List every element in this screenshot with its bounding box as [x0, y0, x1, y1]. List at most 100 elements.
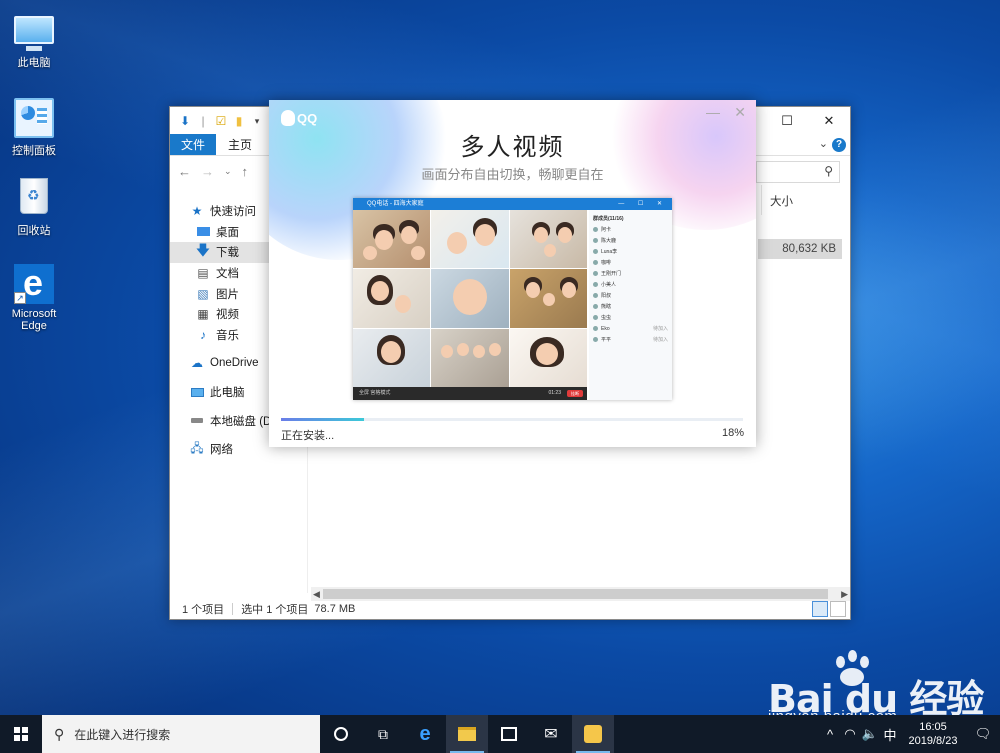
installer-title: 多人视频 [460, 134, 565, 161]
volume-icon[interactable]: 🔈 [860, 726, 880, 742]
details-view-icon[interactable] [812, 601, 828, 617]
cortana-button[interactable] [320, 715, 362, 753]
pictures-icon: ▧ [197, 286, 209, 301]
windows-logo-icon [14, 727, 28, 741]
install-status: 正在安装... [281, 430, 335, 442]
desktop-folder-icon [196, 225, 210, 239]
member-row: 王刚开门 [593, 268, 668, 279]
cortana-circle-icon [334, 727, 348, 741]
network-icon: 🖧 [190, 440, 204, 455]
computer-icon [190, 385, 204, 399]
forward-arrow-icon[interactable]: → [201, 164, 214, 179]
new-folder-icon[interactable]: ▮ [232, 114, 246, 128]
qq-brand-text: QQ [297, 110, 318, 126]
system-tray: ^ ◠ 🔈 中 16:05 2019/8/23 🗨 [820, 715, 1000, 753]
task-view-button[interactable]: ⧉ [362, 715, 404, 753]
edge-icon: ↗ [14, 262, 54, 304]
video-tile [431, 269, 509, 328]
clock-date: 2019/8/23 [908, 735, 958, 747]
input-method[interactable]: 中 [880, 725, 900, 744]
nav-item-label: 下载 [216, 247, 239, 260]
search-icon: ⚲ [824, 164, 833, 178]
mail-icon: ✉ [544, 726, 558, 743]
taskbar-store[interactable] [488, 715, 530, 753]
close-icon[interactable]: ✕ [734, 104, 746, 121]
member-row: 熊瞎 [593, 301, 668, 312]
selected-count: 选中 1 个项目 [241, 604, 309, 616]
member-row: 平平 待加入 [593, 334, 668, 345]
desktop-icon-this-pc[interactable]: 此电脑 [6, 10, 62, 70]
notification-icon[interactable]: 🗨 [966, 726, 1000, 742]
scrollbar-thumb[interactable] [323, 589, 828, 599]
qq-installer-window: QQ — ✕ 多人视频 画面分布自由切换，畅聊更自在 QQ电话 - 四海大家庭 … [269, 100, 756, 447]
separator-icon: | [201, 113, 205, 128]
progress-fill [281, 418, 365, 421]
desktop-icon-recycle-bin[interactable]: 回收站 [6, 178, 62, 238]
chevron-up-icon[interactable]: ^ [820, 727, 840, 742]
call-timer: 01:23 [548, 390, 561, 396]
view-buttons [812, 601, 846, 617]
file-row-selected[interactable]: 80,632 KB [758, 239, 842, 259]
nav-item-label: 图片 [216, 288, 239, 301]
music-icon: ♪ [200, 327, 206, 342]
hangup-button: 挂断 [567, 390, 583, 397]
store-bag-icon [501, 727, 517, 741]
task-view-icon: ⧉ [378, 725, 388, 742]
tab-file[interactable]: 文件 [170, 134, 216, 155]
video-tile [431, 328, 509, 387]
documents-icon: ▤ [197, 266, 209, 281]
item-count: 1 个项目 [182, 604, 225, 616]
start-button[interactable] [0, 715, 42, 753]
maximize-icon[interactable]: ☐ [766, 107, 808, 134]
recycle-bin-icon [20, 178, 48, 214]
nav-item-label: 音乐 [216, 329, 239, 342]
up-arrow-icon[interactable]: ↑ [242, 164, 249, 179]
taskbar-search-box[interactable]: ⚲ 在此键入进行搜索 [42, 715, 320, 753]
taskbar: ⚲ 在此键入进行搜索 ⧉ e ✉ ^ ◠ 🔈 中 16:05 2019/8/23… [0, 715, 1000, 753]
clock[interactable]: 16:05 2019/8/23 [900, 720, 966, 748]
tab-home[interactable]: 主页 [216, 134, 264, 155]
star-icon: ★ [191, 204, 203, 219]
computer-icon [14, 16, 54, 51]
nav-item-label: 此电脑 [210, 387, 245, 400]
preview-window-title: QQ电话 - 四海大家庭 [367, 201, 424, 207]
video-tile [431, 210, 509, 269]
recent-chevron-icon[interactable]: ⌄ [224, 166, 232, 177]
taskbar-mail[interactable]: ✉ [530, 715, 572, 753]
wifi-icon[interactable]: ◠ [840, 726, 860, 742]
video-tile [509, 210, 587, 269]
video-tile [509, 269, 587, 328]
preview-titlebar: QQ电话 - 四海大家庭 — ☐ ✕ [353, 198, 672, 210]
nav-item-label: 视频 [216, 309, 239, 322]
properties-icon[interactable]: ☑ [214, 114, 228, 128]
search-input[interactable]: ⚲ [756, 161, 840, 183]
chevron-down-icon[interactable]: ⌄ [819, 137, 828, 150]
video-tile [353, 210, 431, 269]
member-row: 虫虫 [593, 312, 668, 323]
feature-preview-image: QQ电话 - 四海大家庭 — ☐ ✕ 全屏 宫格模式 01:23 挂断 群成员(… [353, 198, 672, 400]
taskbar-qq-installer[interactable] [572, 715, 614, 753]
large-icons-view-icon[interactable] [830, 601, 846, 617]
nav-item-label: 桌面 [216, 226, 239, 239]
close-icon[interactable]: ✕ [808, 107, 850, 134]
desktop-icon-edge[interactable]: ↗ Microsoft Edge [6, 262, 62, 332]
download-arrow-icon: 🡇 [195, 242, 211, 259]
folder-icon [458, 727, 476, 741]
help-icon[interactable]: ? [832, 138, 846, 152]
edge-icon: e [419, 722, 431, 745]
clock-time: 16:05 [919, 721, 947, 733]
back-arrow-icon[interactable]: ← [178, 164, 191, 179]
videos-icon: ▦ [197, 307, 209, 322]
installer-subtitle: 画面分布自由切换，畅聊更自在 [421, 167, 604, 182]
video-grid [353, 210, 587, 387]
nav-item-label: 文档 [216, 268, 239, 281]
member-row: 阳叔 [593, 290, 668, 301]
taskbar-file-explorer[interactable] [446, 715, 488, 753]
minimize-icon[interactable]: — [706, 104, 720, 120]
download-arrow-icon: ⬇ [179, 113, 191, 128]
nav-item-label: OneDrive [210, 357, 259, 370]
column-header-size[interactable]: 大小 [770, 193, 793, 209]
taskbar-edge[interactable]: e [404, 715, 446, 753]
customize-toolbar-icon[interactable]: ▾ [250, 114, 264, 128]
desktop-icon-control-panel[interactable]: 控制面板 [6, 98, 62, 158]
